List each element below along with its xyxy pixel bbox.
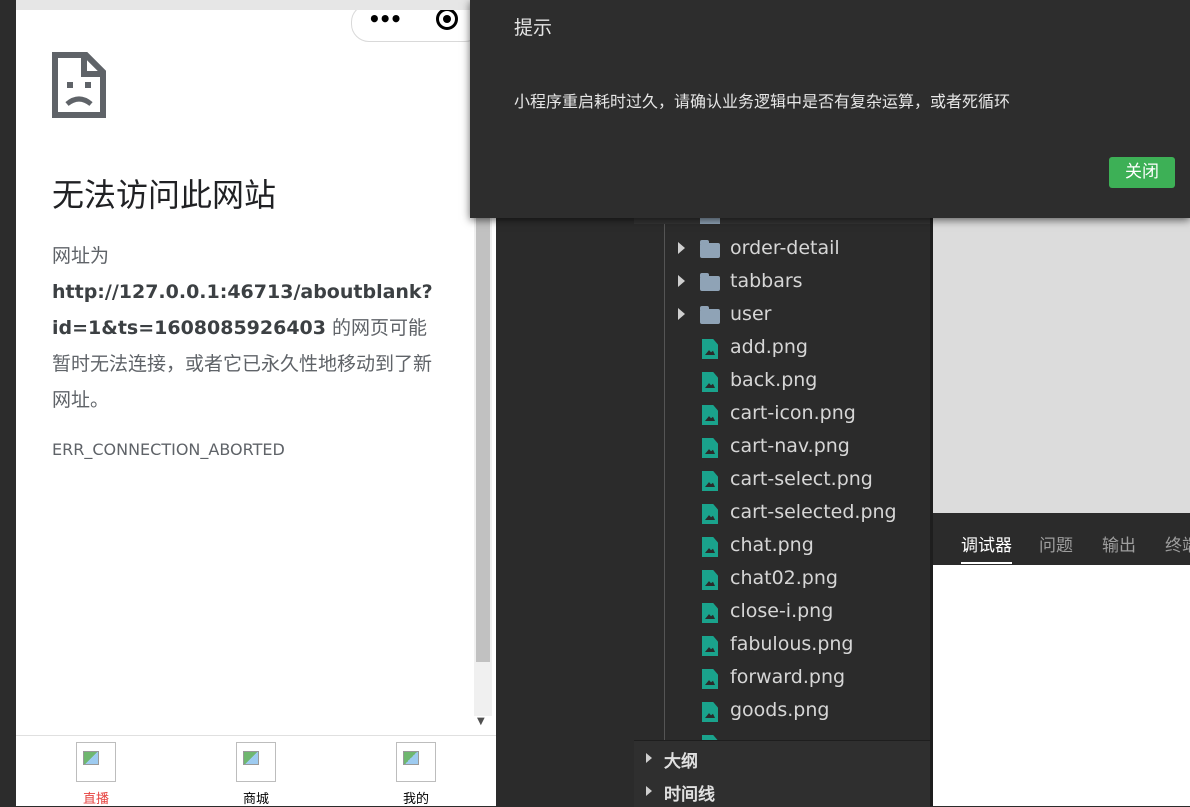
image-file-icon (702, 669, 718, 689)
error-prefix: 网址为 (52, 245, 110, 267)
tree-file[interactable]: goods.png (634, 696, 930, 729)
image-file-icon (702, 603, 718, 623)
tab-debugger[interactable]: 调试器 (961, 531, 1012, 564)
tree-file[interactable]: back.png (634, 366, 930, 399)
chevron-right-icon (678, 275, 685, 287)
tree-label: order-detail (730, 237, 840, 259)
phone-screen: ••• 无法访问此网站 网址为 http://127.0.0.1:46713/a… (16, 10, 496, 806)
timeline-section[interactable]: 时间线 (634, 774, 930, 807)
broken-image-icon (76, 742, 116, 782)
tab-label: 商城 (242, 792, 269, 806)
tree-file[interactable]: fabulous.png (634, 630, 930, 663)
tree-label: cart-selected.png (730, 501, 897, 523)
error-description: 网址为 http://127.0.0.1:46713/aboutblank?id… (52, 238, 442, 418)
tree-file[interactable]: forward.png (634, 663, 930, 696)
chevron-right-icon (646, 786, 652, 796)
image-file-icon (702, 570, 718, 590)
debug-tab-bar: 调试器 问题 输出 终端 (933, 513, 1190, 565)
tree-folder-tabbars[interactable]: tabbars (634, 267, 930, 300)
simulator-left-strip (0, 0, 16, 806)
tree-label: add.png (730, 336, 808, 358)
tree-label: close-i.png (730, 600, 834, 622)
tree-label: cart-nav.png (730, 435, 850, 457)
tree-folder-order-detail[interactable]: order-detail (634, 234, 930, 267)
image-file-icon (702, 537, 718, 557)
tree-file[interactable]: add.png (634, 333, 930, 366)
section-label: 时间线 (664, 785, 715, 805)
more-icon[interactable]: ••• (368, 10, 402, 31)
folder-icon (700, 240, 720, 258)
tree-label: fabulous.png (730, 633, 854, 655)
section-label: 大纲 (664, 752, 698, 772)
error-code: ERR_CONNECTION_ABORTED (52, 440, 285, 459)
tab-live[interactable]: 直播 (56, 742, 136, 806)
tree-label: back.png (730, 369, 818, 391)
image-file-icon (702, 504, 718, 524)
folder-icon (700, 306, 720, 324)
dialog-message: 小程序重启耗时过久，请确认业务逻辑中是否有复杂运算，或者死循环 (514, 92, 1011, 111)
tree-label: goods.png (730, 699, 830, 721)
broken-image-icon (236, 742, 276, 782)
broken-image-icon (396, 742, 436, 782)
tree-file[interactable]: close-i.png (634, 597, 930, 630)
folder-icon (700, 273, 720, 291)
broken-page-icon (52, 52, 106, 118)
dialog-title: 提示 (514, 17, 553, 39)
tree-file[interactable]: cart-select.png (634, 465, 930, 498)
tab-output[interactable]: 输出 (1102, 531, 1136, 556)
chevron-right-icon (678, 242, 685, 254)
tree-file[interactable]: cart-selected.png (634, 498, 930, 531)
tree-label: tabbars (730, 270, 803, 292)
tab-mine[interactable]: 我的 (376, 742, 456, 806)
tree-label: user (730, 303, 772, 325)
tree-file[interactable]: chat02.png (634, 564, 930, 597)
tree-label: chat.png (730, 534, 814, 556)
alert-dialog: 提示 小程序重启耗时过久，请确认业务逻辑中是否有复杂运算，或者死循环 关闭 (470, 0, 1190, 218)
tree-label: chat02.png (730, 567, 838, 589)
image-file-icon (702, 339, 718, 359)
tree-file[interactable]: cart-icon.png (634, 399, 930, 432)
close-button[interactable]: 关闭 (1109, 157, 1175, 188)
tree-label: cart-select.png (730, 468, 873, 490)
file-tree: live order-detail tabbars user add.png b… (634, 200, 930, 807)
close-miniprogram-icon[interactable] (436, 10, 458, 30)
tree-folder-user[interactable]: user (634, 300, 930, 333)
tab-label: 我的 (402, 792, 429, 806)
chevron-right-icon (678, 308, 685, 320)
tab-label: 直播 (82, 792, 109, 806)
simulator-panel: ••• 无法访问此网站 网址为 http://127.0.0.1:46713/a… (0, 0, 496, 806)
miniprogram-capsule: ••• (351, 10, 483, 42)
debug-panel-body (933, 565, 1190, 806)
editor-placeholder (933, 200, 1190, 513)
image-file-icon (702, 438, 718, 458)
tree-file[interactable]: chat.png (634, 531, 930, 564)
image-file-icon (702, 405, 718, 425)
tab-mall[interactable]: 商城 (216, 742, 296, 806)
image-file-icon (702, 702, 718, 722)
chevron-right-icon (646, 753, 652, 763)
outline-section[interactable]: 大纲 (634, 741, 930, 774)
tab-terminal[interactable]: 终端 (1165, 531, 1190, 556)
tab-bar: 直播 商城 我的 (16, 735, 496, 806)
tree-label: forward.png (730, 666, 846, 688)
error-title: 无法访问此网站 (52, 176, 277, 214)
tab-problems[interactable]: 问题 (1039, 531, 1073, 556)
tree-file-partial[interactable] (634, 729, 930, 740)
tree-label: cart-icon.png (730, 402, 856, 424)
scroll-down-arrow-icon[interactable]: ▼ (477, 716, 485, 727)
tree-file[interactable]: cart-nav.png (634, 432, 930, 465)
image-file-icon (702, 636, 718, 656)
image-file-icon (702, 471, 718, 491)
image-file-icon (702, 372, 718, 392)
